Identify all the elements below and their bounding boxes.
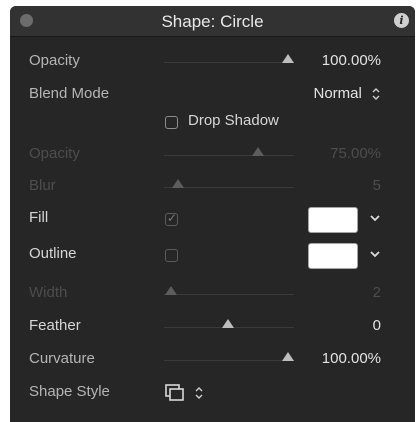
blur-value[interactable]: 5 [373,177,381,194]
opacity-slider-thumb[interactable] [282,54,294,63]
panel-title: Shape: Circle [161,12,264,31]
blur-label: Blur [29,177,56,194]
fill-color-swatch[interactable] [308,207,358,233]
shape-style-up-down-icon [195,387,203,399]
blend-mode-row: Blend Mode Normal [10,83,415,107]
opacity-row: Opacity 100.00% [10,50,415,74]
opacity-slider[interactable] [164,54,294,63]
width-row: Width 2 [10,282,415,306]
width-slider-thumb[interactable] [165,286,177,295]
drop-shadow-checkbox[interactable] [165,116,178,129]
info-icon[interactable]: i [394,13,409,28]
blur-slider-thumb[interactable] [172,179,184,188]
fill-chevron-down-icon[interactable] [368,211,382,225]
curvature-slider-thumb[interactable] [282,352,294,361]
curvature-label: Curvature [29,350,95,367]
width-slider[interactable] [164,286,294,295]
outline-chevron-down-icon[interactable] [368,247,382,261]
opacity-label: Opacity [29,52,80,69]
shadow-opacity-slider-thumb[interactable] [252,147,264,156]
shape-style-icon [165,384,184,401]
width-label: Width [29,284,68,301]
up-down-chevron-icon [372,88,380,101]
shadow-opacity-value[interactable]: 75.00% [330,145,381,162]
outline-row: Outline [10,243,415,269]
checkmark-icon: ✓ [167,211,178,225]
drop-shadow-row: Drop Shadow [10,110,415,134]
outline-color-swatch[interactable] [308,243,358,269]
shape-style-picker[interactable] [165,384,204,402]
shadow-opacity-slider[interactable] [164,147,294,156]
curvature-value[interactable]: 100.00% [322,350,381,367]
inspector-panel: Shape: Circle i Opacity 100.00% Blend Mo… [10,6,415,422]
opacity-value[interactable]: 100.00% [322,52,381,69]
shape-style-label: Shape Style [29,383,110,400]
outline-checkbox[interactable] [165,249,178,262]
curvature-row: Curvature 100.00% [10,348,415,372]
feather-row: Feather 0 [10,315,415,339]
feather-value[interactable]: 0 [373,317,381,334]
blur-slider[interactable] [164,179,294,188]
drop-shadow-label: Drop Shadow [188,112,279,129]
feather-label: Feather [29,317,81,334]
blur-row: Blur 5 [10,175,415,199]
feather-slider-thumb[interactable] [222,319,234,328]
shape-style-row: Shape Style [10,381,415,405]
fill-label: Fill [29,209,49,226]
title-bar: Shape: Circle i [10,6,415,37]
outline-label: Outline [29,245,77,262]
fill-checkbox[interactable]: ✓ [165,211,178,226]
feather-slider[interactable] [164,319,294,328]
blend-mode-value: Normal [313,85,362,102]
width-value[interactable]: 2 [373,284,381,301]
shadow-opacity-row: Opacity 75.00% [10,143,415,167]
shadow-opacity-label: Opacity [29,145,80,162]
curvature-slider[interactable] [164,352,294,361]
blend-mode-select[interactable]: Normal [313,85,381,102]
fill-row: Fill ✓ [10,207,415,233]
blend-mode-label: Blend Mode [29,85,110,102]
